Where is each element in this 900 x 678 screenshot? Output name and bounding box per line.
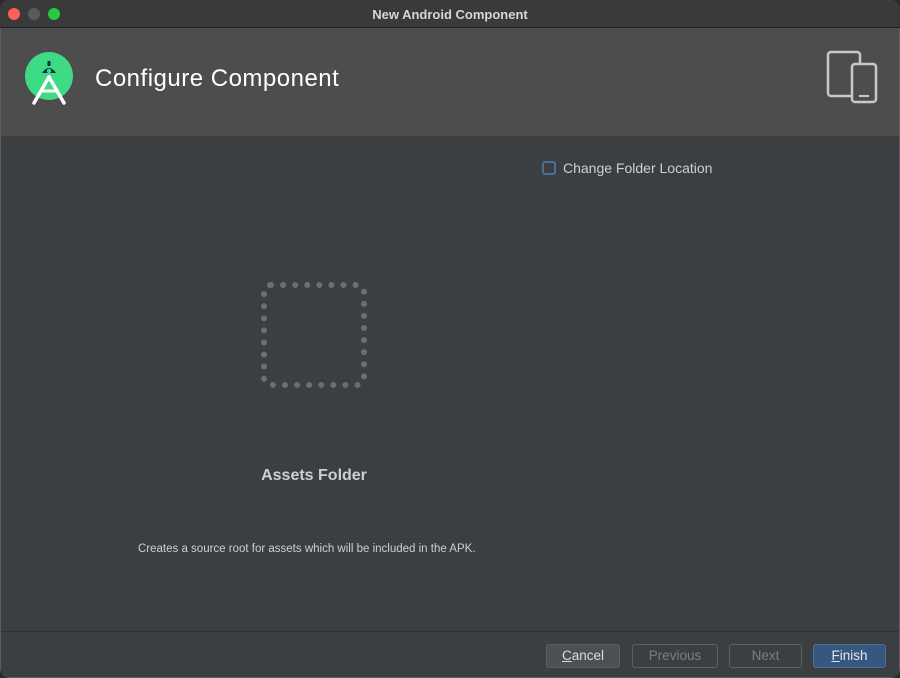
cancel-label-rest: ancel [571, 648, 605, 663]
title-bar[interactable]: New Android Component [0, 0, 900, 28]
change-folder-location-label[interactable]: Change Folder Location [563, 160, 712, 176]
wizard-header: Configure Component [1, 28, 899, 136]
android-studio-logo-icon [25, 52, 73, 105]
cancel-button[interactable]: Cancel [546, 644, 620, 668]
change-folder-location-checkbox[interactable]: Change Folder Location [542, 160, 712, 176]
component-description: Creates a source root for assets which w… [138, 543, 476, 555]
wizard-footer: Cancel Previous Next Finish [1, 631, 899, 677]
wizard-content: Change Folder Location Assets Folder Cre… [1, 136, 899, 631]
window-title: New Android Component [372, 7, 528, 22]
phone-tablet-icon [826, 50, 878, 104]
cancel-mnemonic: C [561, 648, 572, 663]
finish-mnemonic: F [831, 648, 840, 663]
dialog-window: New Android Component Configure Componen… [0, 0, 900, 678]
component-preview-placeholder-icon [261, 282, 367, 388]
finish-label-rest: inish [839, 648, 868, 663]
checkbox-box[interactable] [542, 161, 556, 175]
previous-button[interactable]: Previous [632, 644, 718, 668]
component-name: Assets Folder [261, 467, 367, 484]
page-title: Configure Component [95, 65, 340, 92]
next-button[interactable]: Next [729, 644, 802, 668]
finish-button[interactable]: Finish [813, 644, 886, 668]
